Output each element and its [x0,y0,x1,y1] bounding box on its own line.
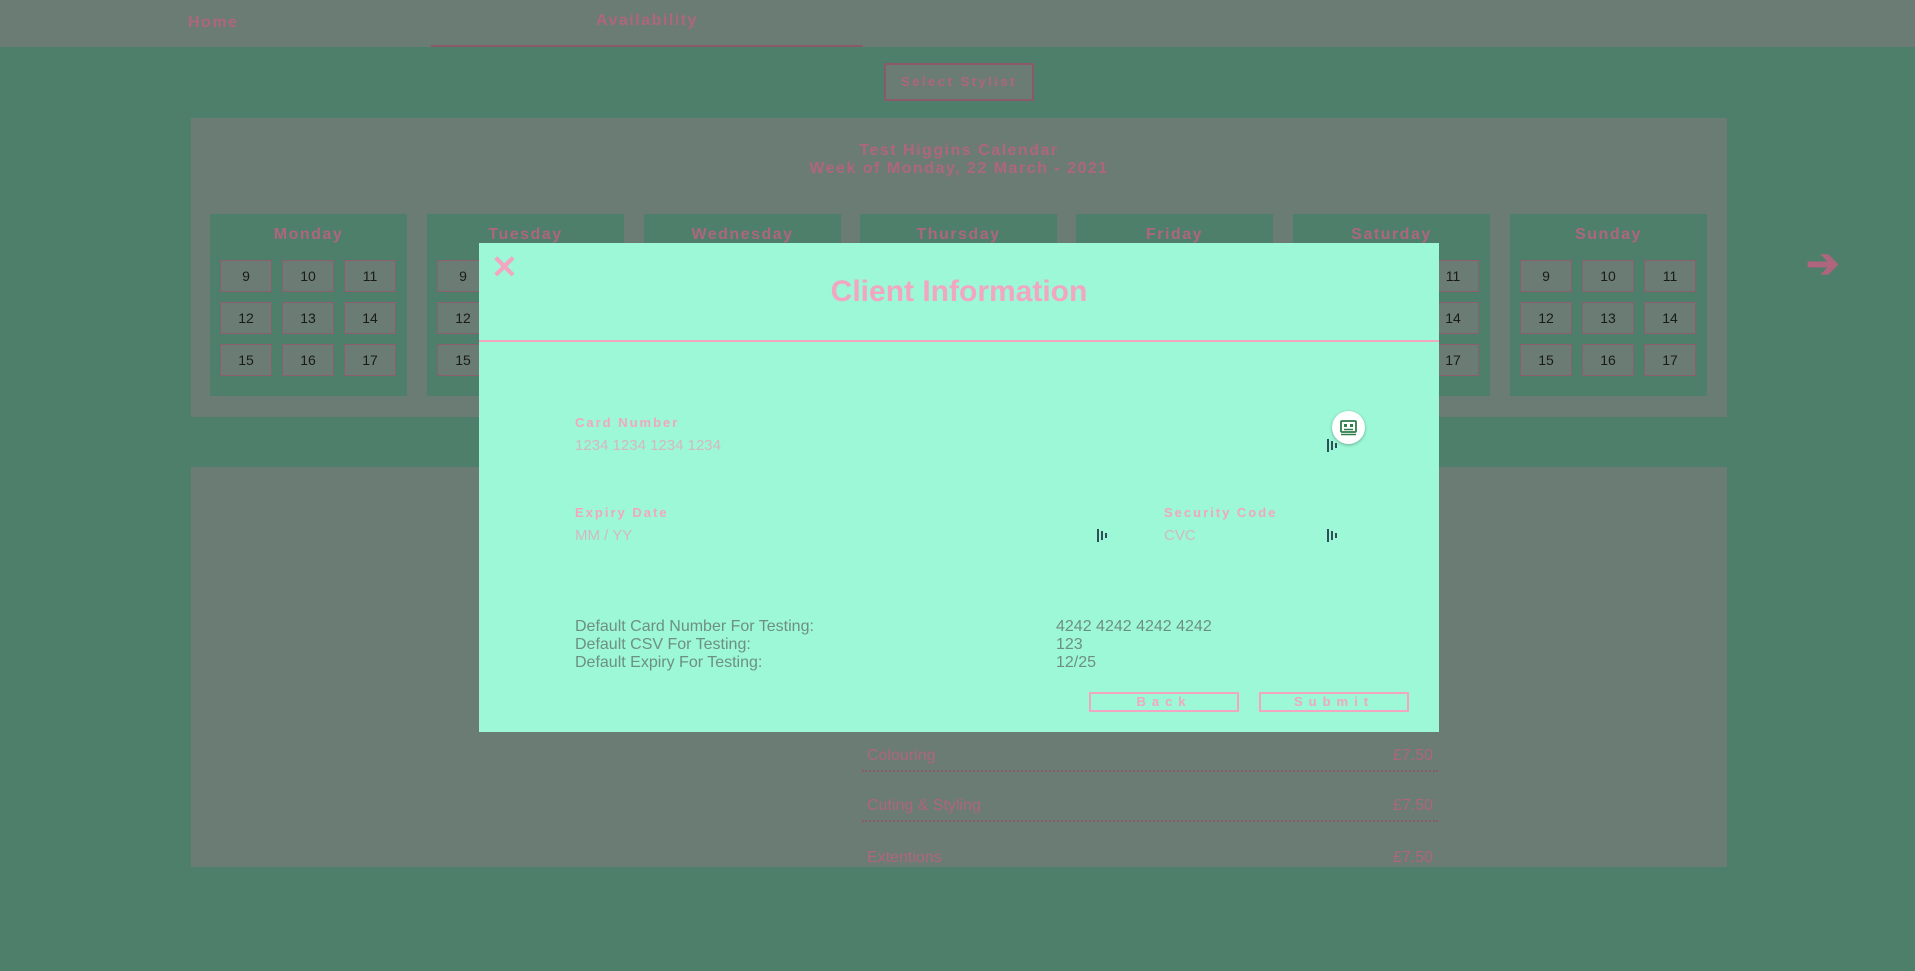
default-csv-value: 123 [1056,636,1083,653]
arrow-right-icon[interactable]: ➔ [1806,244,1840,284]
calendar-title: Test Higgins Calendar Week of Monday, 22… [191,142,1727,178]
day-name: Friday [1145,226,1203,243]
time-slot-button[interactable]: 17 [344,344,396,376]
day-column-monday: Monday 9 10 11 12 13 14 15 16 17 [210,214,407,396]
default-expiry-value: 12/25 [1056,654,1097,671]
day-name: Monday [273,226,344,243]
time-slot-button[interactable]: 13 [1582,302,1634,334]
time-slot-button[interactable]: 10 [1582,260,1634,292]
time-slot-button[interactable]: 12 [220,302,272,334]
time-slot-button[interactable]: 13 [282,302,334,334]
service-price: £7.50 [1392,747,1433,764]
password-manager-icon[interactable] [1327,529,1337,542]
top-nav: Home Availability [0,0,1915,47]
default-card-label: Default Card Number For Testing: [575,618,814,635]
card-number-label: Card Number [575,415,680,430]
submit-button[interactable]: Submit [1259,692,1409,712]
back-button[interactable]: Back [1089,692,1239,712]
default-csv-label: Default CSV For Testing: [575,636,751,653]
day-name: Saturday [1351,226,1432,243]
card-number-input[interactable] [575,434,1295,456]
day-name: Wednesday [691,226,794,243]
day-name: Thursday [916,226,1001,243]
select-stylist-button[interactable]: Select Stylist [884,63,1034,101]
time-slot-button[interactable]: 15 [220,344,272,376]
time-slot-button[interactable]: 10 [282,260,334,292]
expiry-date-input[interactable] [575,524,1085,546]
time-slot-button[interactable]: 9 [220,260,272,292]
nav-availability-tab[interactable]: Availability [431,0,863,47]
time-slot-button[interactable]: 14 [1644,302,1696,334]
day-column-sunday: Sunday 9 10 11 12 13 14 15 16 17 [1510,214,1707,396]
client-information-modal: ✕ Client Information Card Number Expiry … [479,243,1439,732]
security-code-label: Security Code [1164,505,1278,520]
modal-title: Client Information [830,275,1088,308]
service-name: Cuting & Styling [867,797,981,814]
time-slot-button[interactable]: 14 [344,302,396,334]
service-row[interactable]: Extentions £7.50 [862,822,1438,872]
calendar-week: Week of Monday, 22 March - 2021 [809,160,1109,177]
modal-divider [479,340,1439,342]
default-expiry-label: Default Expiry For Testing: [575,654,763,671]
service-name: Extentions [867,849,942,866]
day-name: Sunday [1575,226,1642,243]
time-slot-button[interactable]: 12 [1520,302,1572,334]
expiry-date-label: Expiry Date [575,505,669,520]
time-slot-button[interactable]: 16 [282,344,334,376]
password-manager-icon[interactable] [1097,529,1107,542]
day-name: Tuesday [488,226,563,243]
service-name: Colouring [867,747,936,764]
password-manager-icon[interactable] [1327,439,1337,452]
service-price: £7.50 [1392,797,1433,814]
security-code-input[interactable] [1164,524,1314,546]
default-card-value: 4242 4242 4242 4242 [1056,618,1212,635]
service-price: £7.50 [1392,849,1433,866]
time-slot-button[interactable]: 15 [1520,344,1572,376]
time-slot-button[interactable]: 17 [1644,344,1696,376]
time-slot-button[interactable]: 16 [1582,344,1634,376]
time-slot-button[interactable]: 9 [1520,260,1572,292]
default-info-values: 4242 4242 4242 4242 123 12/25 [1056,618,1212,672]
nav-home-link[interactable]: Home [188,14,238,32]
autofill-card-icon[interactable] [1332,411,1365,444]
time-slot-button[interactable]: 11 [344,260,396,292]
service-row[interactable]: Cuting & Styling £7.50 [862,772,1438,822]
default-info-labels: Default Card Number For Testing: Default… [575,618,814,672]
time-slot-button[interactable]: 11 [1644,260,1696,292]
calendar-name: Test Higgins Calendar [859,142,1059,159]
